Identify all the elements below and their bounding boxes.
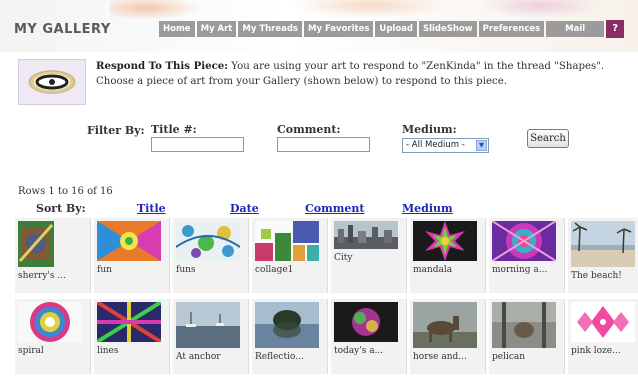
gallery-item-title: Reflectio... — [255, 352, 304, 362]
chevron-down-icon[interactable]: ▼ — [476, 140, 487, 151]
gallery-item[interactable]: collage1 — [252, 218, 328, 293]
sort-by-medium-link[interactable]: Medium — [402, 202, 453, 215]
rows-count: Rows 1 to 16 of 16 — [18, 186, 113, 197]
spiral-thumb-icon[interactable] — [18, 302, 82, 342]
medium-select-value: - All Medium - — [406, 140, 465, 150]
gallery-item[interactable]: funs — [173, 218, 249, 293]
gallery-item[interactable]: today's a... — [331, 299, 407, 374]
gallery-item[interactable]: sherry's ... — [15, 218, 91, 293]
gallery-item[interactable]: morning a... — [489, 218, 565, 293]
gallery-item-title: lines — [97, 346, 119, 356]
gallery-item-title: pelican — [492, 352, 526, 362]
gallery-item-title: pink loze... — [571, 346, 621, 356]
pelican-thumb-icon[interactable] — [492, 302, 556, 348]
gallery-item-title: horse and... — [413, 352, 467, 362]
medium-filter-label: Medium: — [402, 123, 457, 136]
sort-by-label: Sort By: — [36, 202, 86, 215]
gallery-item[interactable]: City — [331, 218, 407, 293]
help-button[interactable]: ? — [606, 20, 625, 38]
comment-filter-input[interactable] — [277, 137, 370, 152]
gallery-item[interactable]: pelican — [489, 299, 565, 374]
nav-my-favorites[interactable]: My Favorites — [304, 21, 374, 37]
collage-thumb-icon[interactable] — [255, 221, 319, 261]
sort-by-title-link[interactable]: Title — [137, 202, 166, 215]
header-splash-decoration — [110, 0, 200, 20]
nav-home[interactable]: Home — [159, 21, 195, 37]
gallery-item[interactable]: The beach! — [568, 218, 638, 293]
nav-my-art[interactable]: My Art — [196, 21, 237, 37]
mandala-thumb-icon[interactable] — [413, 221, 477, 261]
gallery-item[interactable]: lines — [94, 299, 170, 374]
gallery-item-title: The beach! — [571, 271, 622, 281]
beach-thumb-icon[interactable] — [571, 221, 635, 267]
header-bar: MY GALLERY Home My Art My Threads My Fav… — [0, 0, 638, 52]
title-filter-label: Title #: — [151, 123, 197, 136]
nav-mail[interactable]: Mail — [546, 21, 605, 37]
anchor-thumb-icon[interactable] — [176, 302, 240, 348]
gallery-item-title: fun — [97, 265, 112, 275]
nav-preferences[interactable]: Preferences — [478, 21, 545, 37]
zenkinda-art-icon — [19, 60, 85, 104]
gallery-item-title: collage1 — [255, 265, 294, 275]
funs-thumb-icon[interactable] — [176, 221, 240, 261]
pink-thumb-icon[interactable] — [571, 302, 635, 342]
gallery-item[interactable]: spiral — [15, 299, 91, 374]
gallery-item-title: mandala — [413, 265, 453, 275]
today-thumb-icon[interactable] — [334, 302, 398, 342]
header-splash-decoration — [480, 0, 600, 18]
city-thumb-icon[interactable] — [334, 221, 398, 249]
title-filter-input[interactable] — [151, 137, 244, 152]
reflection-thumb-icon[interactable] — [255, 302, 319, 348]
site-logo: MY GALLERY — [14, 22, 111, 37]
lines-thumb-icon[interactable] — [97, 302, 161, 342]
nav-slideshow[interactable]: SlideShow — [418, 21, 477, 37]
morning-thumb-icon[interactable] — [492, 221, 556, 261]
sort-by-comment-link[interactable]: Comment — [305, 202, 364, 215]
gallery-item-title: funs — [176, 265, 196, 275]
gallery-item-title: sherry's ... — [18, 271, 66, 281]
gallery-item[interactable]: mandala — [410, 218, 486, 293]
respond-instructions: Respond To This Piece: You are using you… — [96, 59, 626, 89]
sherry-thumb-icon[interactable] — [18, 221, 54, 267]
gallery-item[interactable]: At anchor — [173, 299, 249, 374]
nav-my-threads[interactable]: My Threads — [238, 21, 303, 37]
gallery-item-title: spiral — [18, 346, 44, 356]
gallery-item-title: At anchor — [176, 352, 221, 362]
search-button[interactable]: Search — [527, 129, 569, 148]
sort-by-date-link[interactable]: Date — [230, 202, 259, 215]
comment-filter-label: Comment: — [277, 123, 341, 136]
gallery-item-title: City — [334, 253, 353, 263]
respond-piece-thumbnail — [18, 59, 86, 105]
filter-by-label: Filter By: — [87, 124, 145, 137]
main-nav: Home My Art My Threads My Favorites Uplo… — [159, 20, 625, 38]
header-splash-decoration — [290, 0, 450, 18]
gallery-item-title: today's a... — [334, 346, 384, 356]
respond-heading: Respond To This Piece: — [96, 60, 229, 72]
medium-select[interactable]: - All Medium - ▼ — [402, 138, 489, 153]
gallery-item[interactable]: Reflectio... — [252, 299, 328, 374]
gallery-item[interactable]: fun — [94, 218, 170, 293]
gallery-item-title: morning a... — [492, 265, 548, 275]
gallery-item[interactable]: pink loze... — [568, 299, 638, 374]
nav-upload[interactable]: Upload — [375, 21, 417, 37]
gallery-item[interactable]: horse and... — [410, 299, 486, 374]
fun-thumb-icon[interactable] — [97, 221, 161, 261]
horse-thumb-icon[interactable] — [413, 302, 477, 348]
